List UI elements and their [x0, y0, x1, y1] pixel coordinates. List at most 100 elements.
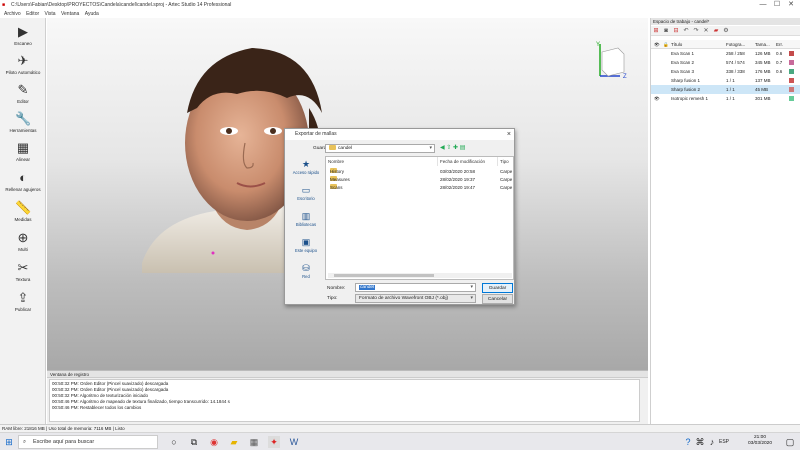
tool-multi[interactable]: ⊕ Multi — [0, 228, 46, 257]
visibility-icon: 👁 — [654, 42, 660, 47]
column-fecha[interactable]: Fecha de modificación — [438, 157, 498, 166]
view-cube[interactable]: Z Y — [590, 38, 634, 82]
tool-rellenar-agujeros[interactable]: ◐ Rellenar agujeros — [0, 168, 46, 197]
window-title: C:\Users\Fabian\Desktop\PROYECTOS\Candel… — [11, 2, 232, 8]
dialog-title: Exportar de mallas — [295, 131, 337, 137]
table-row[interactable]: Eva Scan 1 258 / 258 126 MB 0.6 — [651, 49, 800, 58]
tool-alinear[interactable]: ▦ Alinear — [0, 138, 46, 167]
taskbar-search[interactable]: ⌕ Escribe aquí para buscar — [18, 435, 158, 449]
network-icon: ⛁ — [302, 263, 310, 273]
volume-icon[interactable]: ♪ — [706, 436, 718, 448]
fill-holes-icon: ◐ — [19, 170, 27, 185]
table-row[interactable]: Eva Scan 3 338 / 338 176 MB 0.6 — [651, 67, 800, 76]
place-este-equipo[interactable]: ▣ Este equipo — [289, 237, 323, 261]
language-indicator[interactable]: ESP — [718, 436, 730, 448]
chevron-down-icon: ▾ — [429, 145, 432, 151]
horizontal-scrollbar[interactable] — [328, 273, 512, 278]
clock[interactable]: 21:00 03/03/2020 — [748, 435, 772, 447]
filename-input[interactable]: candel ▾ — [355, 283, 476, 292]
chevron-down-icon: ▾ — [470, 284, 473, 290]
color-swatch[interactable] — [789, 78, 794, 83]
export-icon[interactable]: ⊟ — [672, 27, 680, 35]
dialog-close-icon[interactable]: × — [507, 129, 511, 140]
tool-herramientas[interactable]: 🔧 Herramientas — [0, 109, 46, 138]
redo-icon[interactable]: ↷ — [692, 27, 700, 35]
save-button[interactable]: Guardar — [482, 283, 513, 293]
help-icon[interactable]: ? — [682, 436, 694, 448]
tool-editor[interactable]: ✎ Editor — [0, 80, 46, 109]
color-swatch[interactable] — [789, 69, 794, 74]
table-row[interactable]: Eva Scan 2 574 / 574 345 MB 0.7 — [651, 58, 800, 67]
save-in-dropdown[interactable]: candel ▾ — [325, 144, 435, 153]
undo-icon[interactable]: ↶ — [682, 27, 690, 35]
lock-icon: 🔒 — [663, 42, 669, 47]
dialog-title-bar: Exportar de mallas × — [285, 129, 514, 140]
close-button[interactable]: ✕ — [784, 0, 798, 10]
cortana-icon[interactable]: ○ — [168, 436, 180, 448]
eraser-icon: ✎ — [17, 82, 29, 97]
menu-vista[interactable]: Vista — [45, 11, 56, 17]
gear-icon[interactable]: ⚙ — [722, 27, 730, 35]
word-icon[interactable]: W — [288, 436, 300, 448]
file-row[interactable]: Scans 28/02/2020 19:47 Carpe — [326, 184, 513, 192]
nav-toolbar: ◀ ⇧ ✚ ▤ — [440, 144, 482, 153]
file-explorer-icon[interactable]: ▰ — [228, 436, 240, 448]
scrollbar-thumb[interactable] — [334, 274, 434, 277]
tool-escaneo[interactable]: ▶ Escaneo — [0, 22, 46, 51]
cancel-button[interactable]: Cancelar — [482, 294, 513, 304]
file-row[interactable]: Measures 28/02/2020 19:37 Carpe — [326, 176, 513, 184]
file-row[interactable]: History 03/03/2020 20:58 Carpe — [326, 168, 513, 176]
tool-textura[interactable]: ✂ Textura — [0, 258, 46, 287]
up-folder-icon[interactable]: ⇧ — [446, 145, 451, 151]
table-row[interactable]: Sharp fusion 1 1 / 1 137 MB — [651, 76, 800, 85]
maximize-button[interactable]: ☐ — [770, 0, 784, 10]
table-header: 👁 🔒 Título Fotogra... Tama... Err. — [651, 40, 800, 49]
log-line: 00:50:46 PM: Restablecer todos los cambi… — [52, 405, 142, 410]
delete-icon[interactable]: ✕ — [702, 27, 710, 35]
color-swatch[interactable] — [789, 87, 794, 92]
export-mesh-dialog: Exportar de mallas × Guardar en: candel▾… — [284, 128, 515, 305]
menu-editor[interactable]: Editor — [26, 11, 39, 17]
color-swatch[interactable] — [789, 96, 794, 101]
file-list[interactable]: Nombre Fecha de modificación Tipo Histor… — [325, 156, 514, 280]
place-acceso-rapido[interactable]: ★ Acceso rápido — [289, 159, 323, 183]
import-icon[interactable]: ⊞ — [652, 27, 660, 35]
folder-icon[interactable]: ▰ — [712, 27, 720, 35]
camera-icon[interactable]: ◙ — [662, 27, 670, 35]
calculator-icon[interactable]: ▦ — [248, 436, 260, 448]
places-bar: ★ Acceso rápido ▭ Escritorio ▥ Bibliotecas … — [289, 157, 323, 297]
menu-bar: Archivo Editor Vista Ventana Ayuda — [0, 10, 650, 18]
menu-ayuda[interactable]: Ayuda — [85, 11, 99, 17]
log-window: Ventana de registro 00:50:32 PM: Orden E… — [47, 370, 648, 424]
play-circle-icon: ▶ — [18, 24, 28, 39]
view-menu-icon[interactable]: ▤ — [460, 145, 466, 151]
file-type-dropdown[interactable]: Formato de archivo Wavefront OBJ (*.obj)… — [355, 294, 476, 303]
place-red[interactable]: ⛁ Red — [289, 263, 323, 287]
artec-studio-icon[interactable]: ✦ — [268, 436, 280, 448]
desktop-icon: ▭ — [301, 185, 311, 195]
place-escritorio[interactable]: ▭ Escritorio — [289, 185, 323, 209]
back-icon[interactable]: ◀ — [440, 145, 445, 151]
network-tray-icon[interactable]: ⌘ — [694, 436, 706, 448]
new-folder-icon[interactable]: ✚ — [453, 145, 458, 151]
table-row[interactable]: 👁 Isotropic remesh 1 1 / 1 301 MB — [651, 94, 800, 103]
star-icon: ★ — [301, 159, 311, 169]
workspace-panel: Espacio de trabajo - candel* ⊞ ◙ ⊟ ↶ ↷ ✕ ▰ ⚙ 👁 … — [650, 18, 800, 424]
tool-medidas[interactable]: 📏 Medidas — [0, 198, 46, 227]
color-swatch[interactable] — [789, 51, 794, 56]
tool-piloto-automatico[interactable]: ✈ Piloto Automático — [0, 51, 46, 80]
table-row[interactable]: Sharp fusion 2 1 / 1 45 MB — [651, 85, 800, 94]
task-view-icon[interactable]: ⧉ — [188, 436, 200, 448]
windows-start-icon[interactable]: ⊞ — [3, 436, 15, 448]
minimize-button[interactable]: — — [756, 0, 770, 10]
log-content[interactable]: 00:50:32 PM: Orden Editor (Pincel suaviz… — [49, 379, 640, 422]
menu-ventana[interactable]: Ventana — [61, 11, 79, 17]
chrome-icon[interactable]: ◉ — [208, 436, 220, 448]
column-nombre[interactable]: Nombre — [326, 157, 438, 166]
color-swatch[interactable] — [789, 60, 794, 65]
tool-publicar[interactable]: ⇪ Publicar — [0, 288, 46, 317]
column-tipo[interactable]: Tipo — [498, 157, 513, 166]
menu-archivo[interactable]: Archivo — [4, 11, 21, 17]
notifications-icon[interactable]: ▢ — [784, 436, 796, 448]
place-bibliotecas[interactable]: ▥ Bibliotecas — [289, 211, 323, 235]
